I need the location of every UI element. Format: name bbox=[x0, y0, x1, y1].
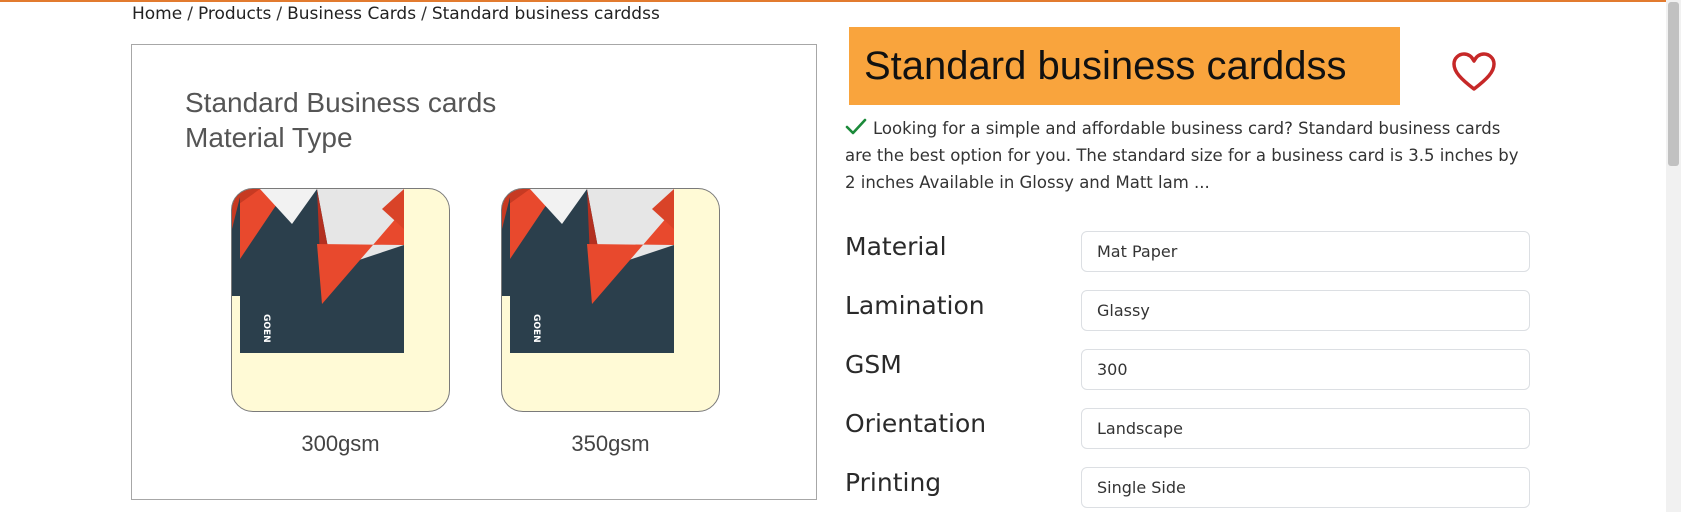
breadcrumb-separator: / bbox=[276, 4, 283, 24]
orientation-value: Landscape bbox=[1097, 419, 1183, 438]
heart-icon[interactable] bbox=[1451, 52, 1497, 92]
lamination-field[interactable]: Glassy bbox=[1081, 290, 1530, 331]
image-title-line2: Material Type bbox=[185, 122, 353, 153]
material-option-card-350gsm: GOEN bbox=[501, 188, 720, 412]
breadcrumb: Home / Products / Business Cards / Standard bu… bbox=[132, 4, 660, 24]
spec-label-printing: Printing bbox=[845, 468, 942, 497]
product-title: Standard business carddss bbox=[864, 43, 1347, 88]
card-brand-text: GOEN bbox=[531, 314, 541, 343]
gsm-value: 300 bbox=[1097, 360, 1128, 379]
spec-label-orientation: Orientation bbox=[845, 409, 987, 438]
breadcrumb-products[interactable]: Products bbox=[198, 4, 271, 24]
product-title-banner: Standard business carddss bbox=[849, 27, 1400, 105]
printing-value: Single Side bbox=[1097, 478, 1186, 497]
breadcrumb-business-cards[interactable]: Business Cards bbox=[287, 4, 416, 24]
product-description-block: Looking for a simple and affordable busi… bbox=[845, 115, 1530, 196]
lamination-value: Glassy bbox=[1097, 301, 1150, 320]
business-card-sample-image: GOEN bbox=[232, 189, 404, 353]
card-brand-text: GOEN bbox=[261, 314, 271, 343]
breadcrumb-current: Standard business carddss bbox=[431, 4, 660, 24]
spec-label-lamination: Lamination bbox=[845, 291, 985, 320]
spec-label-gsm: GSM bbox=[845, 350, 902, 379]
material-value: Mat Paper bbox=[1097, 242, 1178, 261]
spec-label-material: Material bbox=[845, 232, 947, 261]
image-title: Standard Business cards Material Type bbox=[185, 85, 496, 155]
scrollbar-thumb[interactable] bbox=[1668, 2, 1679, 166]
material-field[interactable]: Mat Paper bbox=[1081, 231, 1530, 272]
check-icon bbox=[845, 117, 867, 135]
printing-field[interactable]: Single Side bbox=[1081, 467, 1530, 508]
breadcrumb-home[interactable]: Home bbox=[132, 4, 182, 24]
material-option-card-300gsm: GOEN bbox=[231, 188, 450, 412]
gsm-field[interactable]: 300 bbox=[1081, 349, 1530, 390]
image-title-line1: Standard Business cards bbox=[185, 87, 497, 118]
option-label-350gsm: 350gsm bbox=[571, 431, 650, 456]
product-image-panel[interactable]: Standard Business cards Material Type GO… bbox=[131, 44, 817, 500]
header-accent-line bbox=[0, 0, 1666, 2]
option-label-300gsm: 300gsm bbox=[301, 431, 380, 456]
breadcrumb-separator: / bbox=[187, 4, 193, 24]
product-description: Looking for a simple and affordable busi… bbox=[845, 119, 1519, 192]
breadcrumb-separator: / bbox=[421, 4, 427, 24]
business-card-sample-image: GOEN bbox=[502, 189, 674, 353]
orientation-field[interactable]: Landscape bbox=[1081, 408, 1530, 449]
